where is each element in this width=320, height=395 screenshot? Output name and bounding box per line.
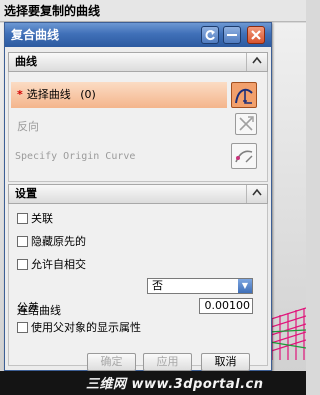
watermark-text: 三维网 www.3dportal.cn (86, 377, 264, 392)
composite-curve-dialog: 复合曲线 曲线 * 选择曲线 (0) 反向 Specify Origin Cur… (4, 22, 272, 371)
tolerance-input[interactable]: 0.00100 (199, 298, 253, 314)
collapse-chevron-up-icon[interactable] (246, 185, 267, 203)
section-title-curve: 曲线 (15, 55, 37, 68)
join-curve-dropdown[interactable]: 否 ▼ (147, 278, 253, 294)
apply-button[interactable]: 应用 (143, 353, 192, 371)
dialog-title: 复合曲线 (11, 28, 60, 42)
associative-label: 关联 (31, 212, 53, 225)
close-icon[interactable] (247, 26, 265, 44)
select-curve-count: (0) (80, 88, 96, 101)
select-curve-row[interactable]: * 选择曲线 (0) (11, 82, 227, 108)
reset-icon[interactable] (201, 26, 219, 44)
reverse-direction-icon[interactable] (235, 113, 257, 135)
origin-curve-icon[interactable] (231, 143, 257, 169)
allow-self-intersect-label: 允许自相交 (31, 258, 86, 271)
dialog-titlebar[interactable]: 复合曲线 (5, 23, 271, 47)
associative-checkbox-row[interactable]: 关联 (17, 211, 53, 227)
allow-self-intersect-checkbox[interactable] (17, 258, 28, 270)
chevron-down-icon[interactable]: ▼ (238, 279, 252, 293)
tolerance-value: 0.00100 (204, 299, 251, 312)
hide-original-checkbox-row[interactable]: 隐藏原先的 (17, 234, 86, 250)
tolerance-label: 公差 (17, 301, 39, 314)
ok-button[interactable]: 确定 (87, 353, 136, 371)
curve-select-icon[interactable] (231, 82, 257, 108)
allow-self-intersect-checkbox-row[interactable]: 允许自相交 (17, 257, 86, 273)
model-geometry-preview (268, 307, 306, 360)
hide-original-label: 隐藏原先的 (31, 235, 86, 248)
cue-line: 选择要复制的曲线 (0, 0, 306, 22)
section-header-curve[interactable]: 曲线 (8, 52, 268, 72)
section-header-settings[interactable]: 设置 (8, 184, 268, 204)
required-mark: * (17, 88, 23, 101)
use-parent-display-checkbox[interactable] (17, 321, 28, 333)
cue-line-text: 选择要复制的曲线 (4, 4, 101, 18)
minus-icon[interactable] (223, 26, 241, 44)
associative-checkbox[interactable] (17, 212, 28, 224)
origin-curve-label: Specify Origin Curve (15, 151, 136, 162)
collapse-chevron-up-icon[interactable] (246, 53, 267, 71)
use-parent-display-label: 使用父对象的显示属性 (31, 321, 141, 334)
hide-original-checkbox[interactable] (17, 235, 28, 247)
join-curve-value: 否 (152, 279, 163, 292)
section-title-settings: 设置 (15, 187, 37, 200)
use-parent-display-checkbox-row[interactable]: 使用父对象的显示属性 (17, 320, 141, 336)
cancel-button[interactable]: 取消 (201, 353, 250, 371)
reverse-label: 反向 (17, 120, 39, 133)
select-curve-label: 选择曲线 (26, 88, 71, 101)
